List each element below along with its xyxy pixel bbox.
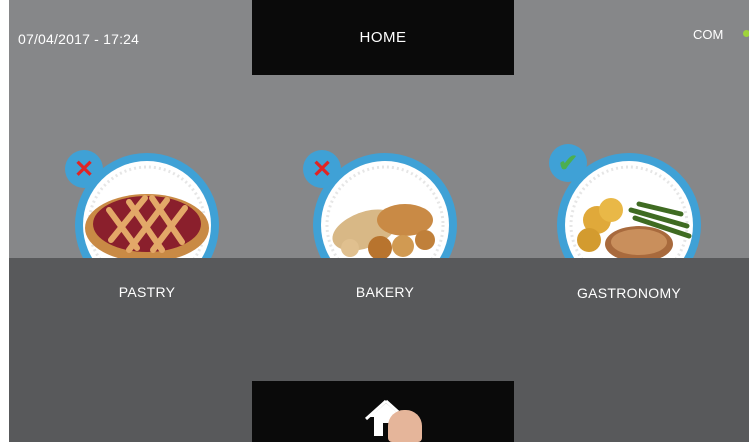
bakery-image[interactable]: [305, 0, 465, 260]
category-bakery[interactable]: ✕ BAKERY: [303, 0, 465, 330]
category-label-bakery: BAKERY: [355, 284, 415, 300]
touch-screen: 07/04/2017 - 17:24 HOME COM ✕ PASTRY ✕ B…: [9, 0, 749, 442]
check-icon: ✔: [557, 149, 579, 177]
category-pastry[interactable]: ✕ PASTRY: [65, 0, 227, 330]
connection-status-dot: [743, 30, 749, 37]
close-icon: ✕: [311, 155, 333, 183]
bakery-status-badge: ✕: [303, 150, 341, 188]
close-icon: ✕: [73, 155, 95, 183]
pastry-image[interactable]: [67, 0, 227, 260]
category-label-gastronomy: GASTRONOMY: [576, 285, 682, 301]
gastronomy-image[interactable]: [549, 0, 709, 260]
home-icon: [364, 399, 408, 436]
category-label-pastry: PASTRY: [118, 284, 176, 300]
device-frame: 07/04/2017 - 17:24 HOME COM ✕ PASTRY ✕ B…: [0, 0, 749, 442]
pastry-status-badge: ✕: [65, 150, 103, 188]
home-button[interactable]: [252, 381, 514, 442]
category-gastronomy[interactable]: ✔ GASTRONOMY: [549, 0, 709, 330]
gastronomy-status-badge: ✔: [549, 144, 587, 182]
finger-pointer: [388, 410, 422, 442]
